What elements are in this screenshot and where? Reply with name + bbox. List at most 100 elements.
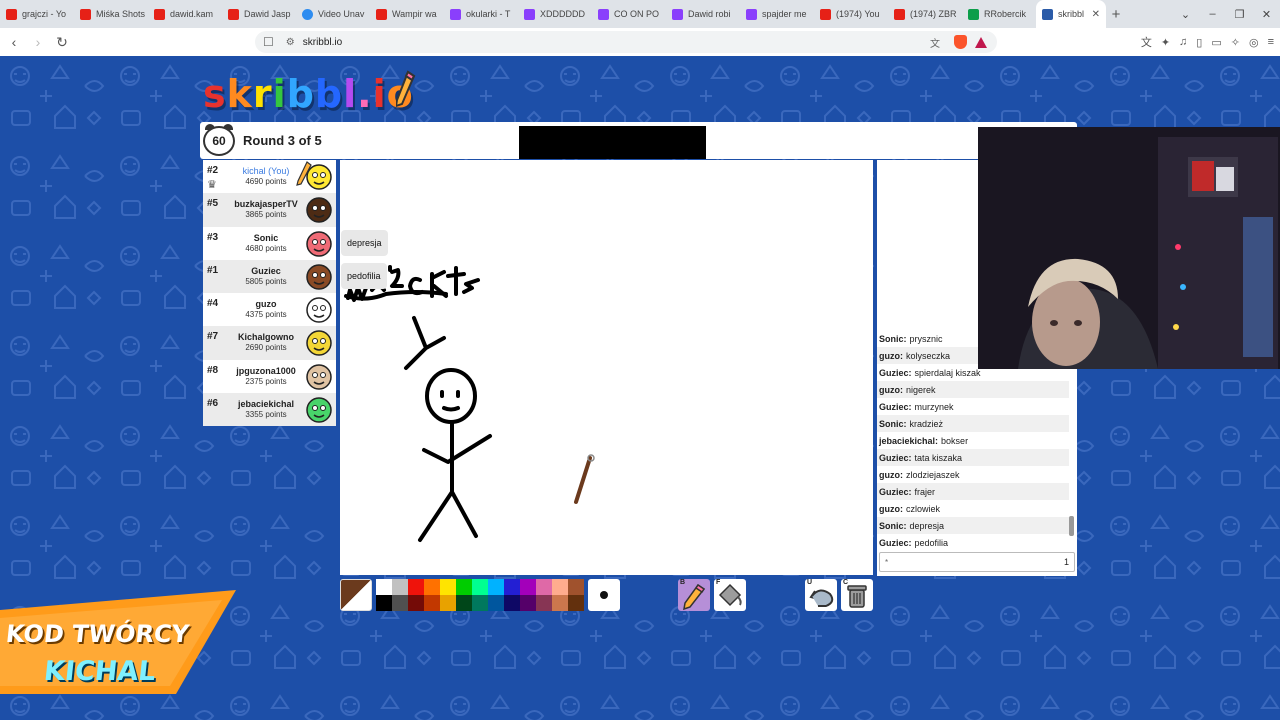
player-avatar bbox=[306, 397, 332, 423]
browser-tab[interactable]: XDDDDDD bbox=[518, 0, 592, 28]
browser-tab[interactable]: Video Unav bbox=[296, 0, 370, 28]
brave-rewards-icon[interactable] bbox=[975, 36, 987, 48]
player-row[interactable]: #1 Guziec 5805 points bbox=[203, 259, 336, 293]
palette-color[interactable] bbox=[520, 579, 536, 595]
player-rank: #8 bbox=[207, 364, 219, 376]
browser-tab-title: (1974) ZBR bbox=[910, 9, 957, 19]
timer: 60 bbox=[203, 124, 235, 156]
browser-tab[interactable]: (1974) ZBR bbox=[888, 0, 962, 28]
browser-tab[interactable]: Dawid Jasp bbox=[222, 0, 296, 28]
browser-tab[interactable]: skribbl ✕ bbox=[1036, 0, 1106, 28]
player-row[interactable]: #3 Sonic 4680 points bbox=[203, 227, 336, 260]
palette-color[interactable] bbox=[488, 595, 504, 611]
vpn-icon[interactable]: ◎ bbox=[1249, 36, 1259, 49]
palette-color[interactable] bbox=[376, 579, 392, 595]
chat-message-user: jebaciekichal: bbox=[879, 435, 939, 446]
palette-color[interactable] bbox=[440, 595, 456, 611]
brush-size-button[interactable] bbox=[588, 579, 620, 611]
media-icon[interactable]: ♫ bbox=[1179, 36, 1187, 48]
browser-tab[interactable]: spajder me bbox=[740, 0, 814, 28]
clear-tool[interactable]: C bbox=[841, 579, 873, 611]
webcam-image bbox=[978, 127, 1280, 369]
palette-color[interactable] bbox=[504, 595, 520, 611]
player-row[interactable]: #2 kichal (You) 4690 points ♛ bbox=[203, 160, 336, 193]
leo-icon[interactable]: ✧ bbox=[1231, 36, 1240, 49]
palette-color[interactable] bbox=[424, 579, 440, 595]
undo-tool[interactable]: U bbox=[805, 579, 837, 611]
new-tab-button[interactable]: + bbox=[1106, 6, 1126, 23]
brave-shield-icon[interactable] bbox=[954, 35, 967, 49]
palette-color[interactable] bbox=[520, 595, 536, 611]
palette-color[interactable] bbox=[552, 595, 568, 611]
sidebar-icon[interactable]: ▯ bbox=[1196, 36, 1202, 49]
palette-color[interactable] bbox=[552, 579, 568, 595]
palette-color[interactable] bbox=[536, 595, 552, 611]
browser-tab[interactable]: okularki - T bbox=[444, 0, 518, 28]
player-name: Guziec bbox=[251, 265, 281, 276]
palette-color[interactable] bbox=[472, 595, 488, 611]
palette-color[interactable] bbox=[568, 579, 584, 595]
player-row[interactable]: #4 guzo 4375 points bbox=[203, 293, 336, 326]
browser-tab[interactable]: RRobercik bbox=[962, 0, 1036, 28]
close-tab-icon[interactable]: ✕ bbox=[1092, 9, 1100, 20]
close-window-icon[interactable]: ✕ bbox=[1253, 8, 1280, 21]
extensions-icon[interactable]: ✦ bbox=[1161, 36, 1170, 49]
youtube-icon bbox=[154, 8, 165, 20]
pencil-tool[interactable]: B bbox=[678, 579, 710, 611]
drawn-word-z bbox=[388, 265, 404, 288]
palette-color[interactable] bbox=[472, 579, 488, 595]
palette-color[interactable] bbox=[488, 579, 504, 595]
logo-letter: b bbox=[286, 72, 315, 116]
fill-tool[interactable]: F bbox=[714, 579, 746, 611]
browser-tab-title: grajczi - Yo bbox=[22, 9, 67, 19]
youtube-icon bbox=[6, 8, 17, 20]
browser-tab[interactable]: grajczi - Yo bbox=[0, 0, 74, 28]
drawing-canvas[interactable] bbox=[340, 160, 873, 575]
chat-message: Guziec: murzynek bbox=[877, 398, 1069, 415]
player-row[interactable]: #7 Kichalgowno 2690 points bbox=[203, 326, 336, 360]
wallet-icon[interactable]: ▭ bbox=[1211, 36, 1221, 49]
player-rank: #7 bbox=[207, 331, 219, 343]
reload-icon[interactable]: ↻ bbox=[52, 34, 72, 51]
back-icon[interactable]: ‹ bbox=[4, 34, 24, 50]
browser-tab[interactable]: (1974) You bbox=[814, 0, 888, 28]
drawn-arrow bbox=[404, 316, 446, 370]
palette-color[interactable] bbox=[408, 579, 424, 595]
chat-message-user: guzo: bbox=[879, 384, 903, 395]
palette-color[interactable] bbox=[440, 579, 456, 595]
logo-letter: r bbox=[252, 72, 273, 116]
minimize-icon[interactable]: – bbox=[1199, 8, 1226, 20]
chat-message: Sonic: depresja bbox=[877, 517, 1069, 534]
bookmark-icon[interactable]: ☐ bbox=[263, 35, 274, 49]
site-info-icon[interactable]: ⚙ bbox=[286, 37, 295, 48]
menu-icon[interactable]: ≡ bbox=[1268, 36, 1274, 48]
forward-icon[interactable]: › bbox=[28, 34, 48, 50]
url-field[interactable]: ☐ ⚙ skribbl.io 文 bbox=[255, 31, 997, 53]
browser-tab[interactable]: Miśka Shots bbox=[74, 0, 148, 28]
browser-tab[interactable]: CO ON PO bbox=[592, 0, 666, 28]
palette-color[interactable] bbox=[504, 579, 520, 595]
palette-color[interactable] bbox=[376, 595, 392, 611]
browser-tab[interactable]: Wampir wa bbox=[370, 0, 444, 28]
palette-color[interactable] bbox=[536, 579, 552, 595]
palette-color[interactable] bbox=[408, 595, 424, 611]
palette-color[interactable] bbox=[568, 595, 584, 611]
chat-scrollbar[interactable] bbox=[1069, 516, 1074, 536]
tab-search-icon[interactable]: ⌄ bbox=[1172, 8, 1199, 21]
palette-color[interactable] bbox=[392, 579, 408, 595]
player-row[interactable]: #8 jpguzona1000 2375 points bbox=[203, 360, 336, 393]
youtube-icon bbox=[80, 8, 91, 20]
translate-icon[interactable]: 文 bbox=[930, 35, 940, 50]
palette-color[interactable] bbox=[456, 579, 472, 595]
browser-tab[interactable]: Dawid robi bbox=[666, 0, 740, 28]
browser-tab[interactable]: dawid.kam bbox=[148, 0, 222, 28]
maximize-icon[interactable]: ❐ bbox=[1226, 8, 1253, 21]
player-row[interactable]: #6 jebaciekichal 3355 points bbox=[203, 392, 336, 426]
drawn-head bbox=[425, 368, 477, 424]
palette-color[interactable] bbox=[424, 595, 440, 611]
chat-input[interactable]: * 1 bbox=[879, 552, 1075, 572]
palette-color[interactable] bbox=[392, 595, 408, 611]
player-row[interactable]: #5 buzkajasperTV 3865 points bbox=[203, 193, 336, 227]
translate-ext-icon[interactable]: 文 bbox=[1141, 34, 1152, 50]
palette-color[interactable] bbox=[456, 595, 472, 611]
